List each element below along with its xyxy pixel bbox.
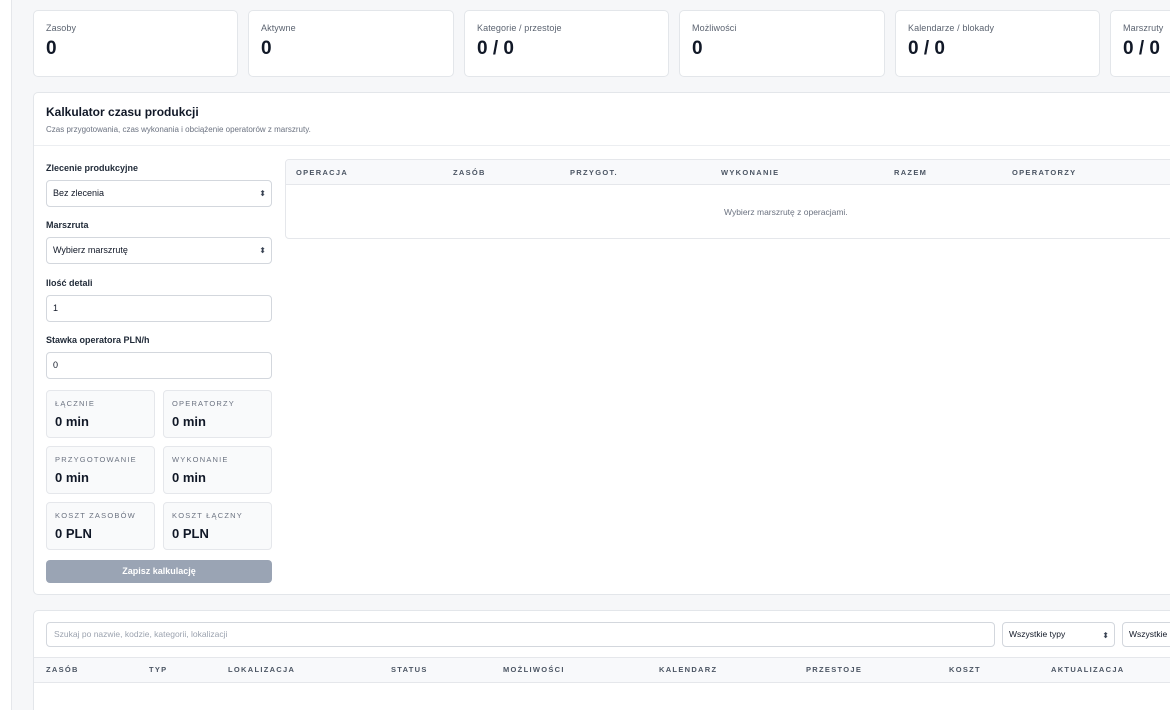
panel-divider: [34, 145, 1170, 146]
metric-value: 0 min: [55, 470, 89, 485]
metric-label: KOSZT ŁĄCZNY: [172, 511, 243, 520]
stat-label: Kategorie / przestoje: [477, 23, 562, 33]
search-input[interactable]: Szukaj po nazwie, kodzie, kategorii, lok…: [46, 622, 995, 647]
type-filter-select[interactable]: Wszystkie typy ⬍: [1002, 622, 1115, 647]
metric-operators: OPERATORZY 0 min: [163, 390, 272, 438]
stats-row: Zasoby 0 Aktywne 0 Kategorie / przestoje…: [33, 10, 1170, 77]
metric-resource-cost: KOSZT ZASOBÓW 0 PLN: [46, 502, 155, 550]
resources-panel: Szukaj po nazwie, kodzie, kategorii, lok…: [33, 610, 1170, 710]
metric-value: 0 min: [172, 414, 206, 429]
metric-value: 0 PLN: [55, 526, 92, 541]
second-filter-select[interactable]: Wszystkie: [1122, 622, 1170, 647]
order-label: Zlecenie produkcyjne: [46, 163, 139, 173]
empty-state: Wybierz marszrutę z operacjami.: [286, 207, 1170, 217]
column-header: AKTUALIZACJA: [1051, 665, 1125, 674]
select-arrows-icon: ⬍: [259, 189, 266, 198]
stat-card-marszruty: Marszruty 0 / 0: [1110, 10, 1170, 77]
order-select-value: Bez zlecenia: [53, 188, 105, 198]
stat-value: 0: [261, 38, 272, 59]
operations-table: OPERACJA ZASÓB PRZYGOT. WYKONANIE RAZEM …: [285, 159, 1170, 239]
select-arrows-icon: ⬍: [259, 246, 266, 255]
column-header: STATUS: [391, 665, 428, 674]
route-select-value: Wybierz marszrutę: [53, 245, 128, 255]
column-header: PRZESTOJE: [806, 665, 863, 674]
resources-table-header: ZASÓB TYP LOKALIZACJA STATUS MOŻLIWOŚCI …: [34, 657, 1170, 683]
column-header: RAZEM: [894, 168, 928, 177]
metric-total: ŁĄCZNIE 0 min: [46, 390, 155, 438]
column-header: TYP: [149, 665, 168, 674]
metric-label: OPERATORZY: [172, 399, 235, 408]
stat-value: 0: [692, 38, 703, 59]
left-rail: [0, 0, 12, 710]
qty-input-value: 1: [53, 303, 59, 313]
column-header: MOŻLIWOŚCI: [503, 665, 565, 674]
metric-label: WYKONANIE: [172, 455, 229, 464]
column-header: OPERATORZY: [1012, 168, 1077, 177]
column-header: KOSZT: [949, 665, 981, 674]
order-select[interactable]: Bez zlecenia ⬍: [46, 180, 272, 207]
stat-value: 0 / 0: [1123, 38, 1160, 59]
metric-value: 0 min: [172, 470, 206, 485]
stat-label: Kalendarze / blokady: [908, 23, 995, 33]
empty-state-text: Wybierz marszrutę z operacjami.: [724, 207, 848, 217]
column-header: LOKALIZACJA: [228, 665, 296, 674]
metric-total-cost: KOSZT ŁĄCZNY 0 PLN: [163, 502, 272, 550]
stat-value: 0 / 0: [908, 38, 945, 59]
metric-setup: PRZYGOTOWANIE 0 min: [46, 446, 155, 494]
metric-execution: WYKONANIE 0 min: [163, 446, 272, 494]
metric-value: 0 min: [55, 414, 89, 429]
column-header: WYKONANIE: [721, 168, 780, 177]
panel-subtitle: Czas przygotowania, czas wykonania i obc…: [46, 125, 311, 134]
save-calculation-button[interactable]: Zapisz kalkulację: [46, 560, 272, 583]
column-header: OPERACJA: [296, 168, 349, 177]
route-label: Marszruta: [46, 220, 89, 230]
stat-value: 0 / 0: [477, 38, 514, 59]
stat-label: Możliwości: [692, 23, 737, 33]
stat-card-mozliwosci: Możliwości 0: [679, 10, 885, 77]
stat-card-zasoby: Zasoby 0: [33, 10, 238, 77]
metric-label: PRZYGOTOWANIE: [55, 455, 137, 464]
route-select[interactable]: Wybierz marszrutę ⬍: [46, 237, 272, 264]
select-arrows-icon: ⬍: [1102, 631, 1109, 640]
column-header: PRZYGOT.: [570, 168, 618, 177]
metric-value: 0 PLN: [172, 526, 209, 541]
column-header: ZASÓB: [453, 168, 486, 177]
stat-card-aktywne: Aktywne 0: [248, 10, 454, 77]
column-header: KALENDARZ: [659, 665, 718, 674]
stat-label: Marszruty: [1123, 23, 1164, 33]
rate-input[interactable]: 0: [46, 352, 272, 379]
metric-label: KOSZT ZASOBÓW: [55, 511, 136, 520]
second-filter-value: Wszystkie: [1129, 629, 1168, 639]
stat-card-kalendarze: Kalendarze / blokady 0 / 0: [895, 10, 1100, 77]
rate-label: Stawka operatora PLN/h: [46, 335, 150, 345]
stat-value: 0: [46, 38, 57, 59]
type-filter-value: Wszystkie typy: [1009, 629, 1066, 639]
stat-card-kategorie: Kategorie / przestoje 0 / 0: [464, 10, 669, 77]
operations-table-header: OPERACJA ZASÓB PRZYGOT. WYKONANIE RAZEM …: [286, 160, 1170, 185]
panel-title: Kalkulator czasu produkcji: [46, 105, 199, 119]
stat-label: Aktywne: [261, 23, 296, 33]
qty-label: Ilość detali: [46, 278, 93, 288]
calculator-panel: Kalkulator czasu produkcji Czas przygoto…: [33, 92, 1170, 595]
qty-input[interactable]: 1: [46, 295, 272, 322]
stat-label: Zasoby: [46, 23, 77, 33]
column-header: ZASÓB: [46, 665, 79, 674]
metric-label: ŁĄCZNIE: [55, 399, 96, 408]
rate-input-value: 0: [53, 360, 59, 370]
